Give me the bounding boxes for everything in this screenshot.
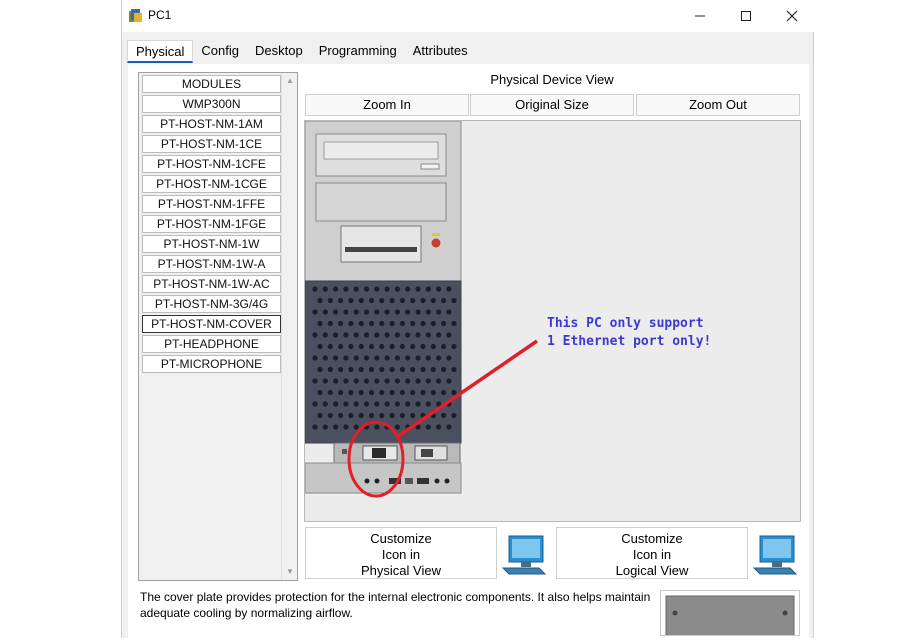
zoom-in-button[interactable]: Zoom In (305, 94, 469, 116)
customize-physical-line-1: Customize (370, 531, 432, 546)
module-item-cover[interactable]: PT-HOST-NM-COVER (142, 315, 281, 333)
modules-list: MODULES WMP300N PT-HOST-NM-1AM PT-HOST-N… (138, 72, 298, 581)
customize-logical-icon-button[interactable]: Customize Icon in Logical View (556, 527, 748, 579)
minimize-button[interactable] (677, 0, 723, 32)
customize-physical-icon-button[interactable]: Customize Icon in Physical View (305, 527, 497, 579)
close-button[interactable] (769, 0, 815, 32)
module-item-1cfe[interactable]: PT-HOST-NM-1CFE (142, 155, 281, 173)
close-icon (786, 10, 798, 22)
module-item-1fge[interactable]: PT-HOST-NM-1FGE (142, 215, 281, 233)
physical-device-canvas[interactable]: This PC only support 1 Ethernet port onl… (304, 120, 801, 522)
ethernet-annotation: This PC only support 1 Ethernet port onl… (547, 315, 711, 351)
title-bar: PC1 (122, 0, 815, 32)
customize-logical-line-3: Logical View (615, 563, 689, 578)
packet-tracer-app-icon (129, 9, 142, 22)
annotation-line-1: This PC only support (547, 316, 704, 331)
tab-physical[interactable]: Physical (127, 40, 194, 63)
module-item-microphone[interactable]: PT-MICROPHONE (142, 355, 281, 373)
module-item-1w-a[interactable]: PT-HOST-NM-1W-A (142, 255, 281, 273)
pc-physical-icon (501, 535, 547, 575)
module-item-1w[interactable]: PT-HOST-NM-1W (142, 235, 281, 253)
minimize-icon (695, 15, 705, 17)
cover-plate-image (665, 595, 795, 640)
original-size-button[interactable]: Original Size (470, 94, 634, 116)
module-item-1am[interactable]: PT-HOST-NM-1AM (142, 115, 281, 133)
module-description: The cover plate provides protection for … (140, 590, 651, 620)
scroll-up-icon[interactable]: ▲ (284, 75, 296, 87)
maximize-icon (741, 11, 751, 21)
module-item-wmp300n[interactable]: WMP300N (142, 95, 281, 113)
physical-device-view-label: Physical Device View (490, 72, 614, 87)
window-title: PC1 (148, 8, 172, 22)
module-item-1ce[interactable]: PT-HOST-NM-1CE (142, 135, 281, 153)
pc-logical-icon (752, 535, 798, 575)
physical-tab-content: MODULES WMP300N PT-HOST-NM-1AM PT-HOST-N… (128, 64, 809, 640)
zoom-out-button[interactable]: Zoom Out (636, 94, 800, 116)
tab-config[interactable]: Config (193, 40, 247, 63)
module-thumbnail (660, 590, 800, 640)
maximize-button[interactable] (723, 0, 769, 32)
module-item-1ffe[interactable]: PT-HOST-NM-1FFE (142, 195, 281, 213)
customize-logical-line-2: Icon in (632, 547, 672, 562)
module-item-headphone[interactable]: PT-HEADPHONE (142, 335, 281, 353)
scroll-down-icon[interactable]: ▼ (284, 566, 296, 578)
annotation-line-2: 1 Ethernet port only! (547, 334, 712, 349)
customize-physical-line-2: Icon in (381, 547, 421, 562)
modules-scrollbar[interactable]: ▲ ▼ (281, 73, 297, 580)
module-item-3g-4g[interactable]: PT-HOST-NM-3G/4G (142, 295, 281, 313)
tab-desktop[interactable]: Desktop (247, 40, 311, 63)
module-item-1w-ac[interactable]: PT-HOST-NM-1W-AC (142, 275, 281, 293)
pc1-window: PC1 Physical Config Desktop Programming … (121, 0, 815, 640)
module-item-1cge[interactable]: PT-HOST-NM-1CGE (142, 175, 281, 193)
customize-logical-line-1: Customize (621, 531, 683, 546)
tab-programming[interactable]: Programming (311, 40, 405, 63)
tab-bar: Physical Config Desktop Programming Attr… (127, 40, 476, 64)
customize-physical-line-3: Physical View (361, 563, 441, 578)
tab-attributes[interactable]: Attributes (405, 40, 476, 63)
module-header: MODULES (142, 75, 281, 93)
